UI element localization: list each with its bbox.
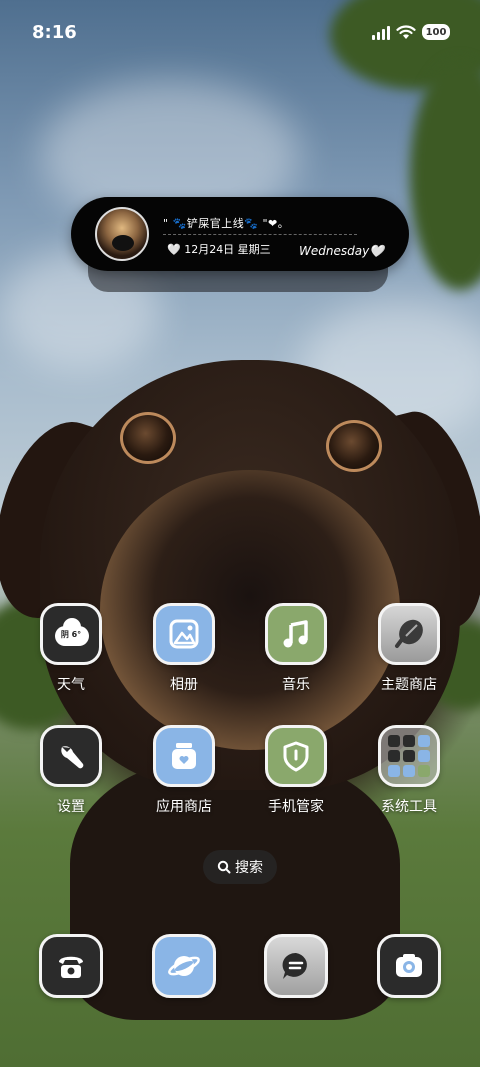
widget-date: 🤍 12月24日 星期三	[167, 243, 271, 256]
messages-icon	[264, 934, 328, 998]
dock-messages[interactable]	[264, 934, 328, 998]
wallpaper-tree	[410, 60, 480, 290]
wallpaper-dog-eye	[326, 420, 382, 472]
camera-icon	[377, 934, 441, 998]
search-button[interactable]: 搜索	[203, 850, 277, 884]
app-settings[interactable]: 设置	[26, 725, 116, 816]
wifi-icon	[396, 25, 416, 39]
search-label: 搜索	[235, 860, 263, 876]
app-label: 相册	[170, 677, 198, 693]
app-system-tools-folder[interactable]: 系统工具	[364, 725, 454, 816]
wallpaper-dog-body	[70, 760, 400, 1020]
app-music[interactable]: 音乐	[251, 603, 341, 694]
status-time: 8:16	[32, 22, 77, 43]
battery-icon: 100	[422, 24, 450, 40]
wrench-icon	[40, 725, 102, 787]
gallery-icon	[153, 603, 215, 665]
shield-icon	[265, 725, 327, 787]
widget-divider	[163, 234, 357, 235]
store-bag-icon	[153, 725, 215, 787]
app-appstore[interactable]: 应用商店	[139, 725, 229, 816]
phone-icon	[39, 934, 103, 998]
dock-camera[interactable]	[377, 934, 441, 998]
status-bar: 8:16 100	[0, 0, 480, 70]
app-label: 天气	[57, 677, 85, 693]
app-weather[interactable]: 阴 6° 天气	[26, 603, 116, 694]
home-screen: 8:16 100 " 🐾铲屎官上线🐾 "❤︎。 🤍 12月24日 星期三 Wed…	[0, 0, 480, 1067]
profile-widget[interactable]: " 🐾铲屎官上线🐾 "❤︎。 🤍 12月24日 星期三 Wednesday🤍	[71, 197, 409, 271]
dock-phone[interactable]	[39, 934, 103, 998]
app-themes[interactable]: 主题商店	[364, 603, 454, 694]
app-label: 手机管家	[268, 799, 324, 815]
music-icon	[265, 603, 327, 665]
folder-icon	[378, 725, 440, 787]
app-phone-manager[interactable]: 手机管家	[251, 725, 341, 816]
widget-day-name: Wednesday🤍	[299, 244, 385, 258]
theme-brush-icon	[378, 603, 440, 665]
dock-browser[interactable]	[152, 934, 216, 998]
status-icons: 100	[372, 24, 450, 40]
app-label: 系统工具	[381, 799, 437, 815]
browser-icon	[152, 934, 216, 998]
app-label: 应用商店	[156, 799, 212, 815]
weather-text: 阴 6°	[60, 630, 82, 639]
search-icon	[217, 860, 231, 874]
app-label: 音乐	[282, 677, 310, 693]
app-label: 主题商店	[381, 677, 437, 693]
weather-icon: 阴 6°	[40, 603, 102, 665]
app-gallery[interactable]: 相册	[139, 603, 229, 694]
avatar	[95, 207, 149, 261]
signal-icon	[372, 24, 390, 40]
app-label: 设置	[57, 799, 85, 815]
wallpaper-dog-eye	[120, 412, 176, 464]
widget-quote: " 🐾铲屎官上线🐾 "❤︎。	[163, 217, 290, 230]
